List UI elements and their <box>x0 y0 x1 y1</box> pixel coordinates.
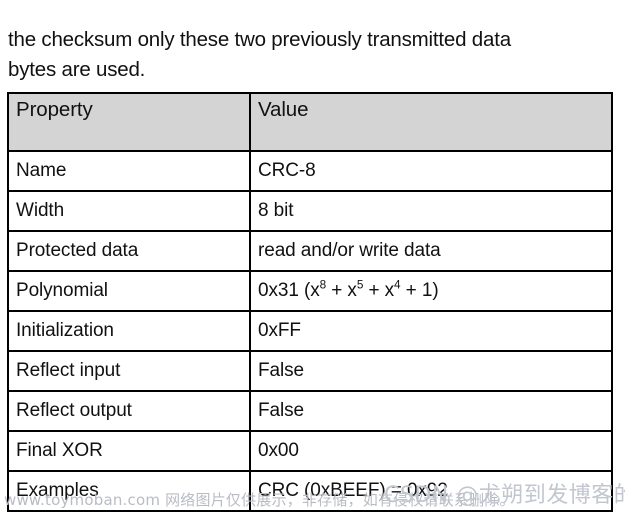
cell-property: Protected data <box>7 230 251 272</box>
cell-value: CRC (0xBEEF) = 0x92 <box>249 470 613 512</box>
intro-paragraph: the checksum only these two previously t… <box>8 27 511 81</box>
cell-value: False <box>249 390 613 432</box>
cell-value: CRC-8 <box>249 150 613 192</box>
cell-property: Polynomial <box>7 270 251 312</box>
table-row: Polynomial 0x31 (x8 + x5 + x4 + 1) <box>7 270 613 312</box>
cell-property: Reflect output <box>7 390 251 432</box>
column-header-value: Value <box>249 92 613 152</box>
table-body: Name CRC-8 Width 8 bit Protected data read an… <box>7 150 613 512</box>
cell-value: read and/or write data <box>249 230 613 272</box>
cell-property: Reflect input <box>7 350 251 392</box>
table-row: Width 8 bit <box>7 190 613 232</box>
cell-property: Final XOR <box>7 430 251 472</box>
cell-property: Initialization <box>7 310 251 352</box>
table-row: Protected data read and/or write data <box>7 230 613 272</box>
cell-value-formula: 0x31 (x8 + x5 + x4 + 1) <box>249 270 613 312</box>
crc8-properties-table: Property Value Name CRC-8 Width 8 bit Protec… <box>7 92 613 512</box>
cell-property: Name <box>7 150 251 192</box>
cell-value: 0xFF <box>249 310 613 352</box>
table-row: Final XOR 0x00 <box>7 430 613 472</box>
cell-value: False <box>249 350 613 392</box>
cell-value: 8 bit <box>249 190 613 232</box>
table-header-row: Property Value <box>7 92 613 152</box>
cell-value: 0x00 <box>249 430 613 472</box>
table-row: Examples CRC (0xBEEF) = 0x92 <box>7 470 613 512</box>
cell-property: Examples <box>7 470 251 512</box>
table-row: Name CRC-8 <box>7 150 613 192</box>
table-row: Initialization 0xFF <box>7 310 613 352</box>
table-row: Reflect output False <box>7 390 613 432</box>
column-header-property: Property <box>7 92 251 152</box>
document-page: the checksum only these two previously t… <box>0 0 625 514</box>
cell-property: Width <box>7 190 251 232</box>
table-row: Reflect input False <box>7 350 613 392</box>
